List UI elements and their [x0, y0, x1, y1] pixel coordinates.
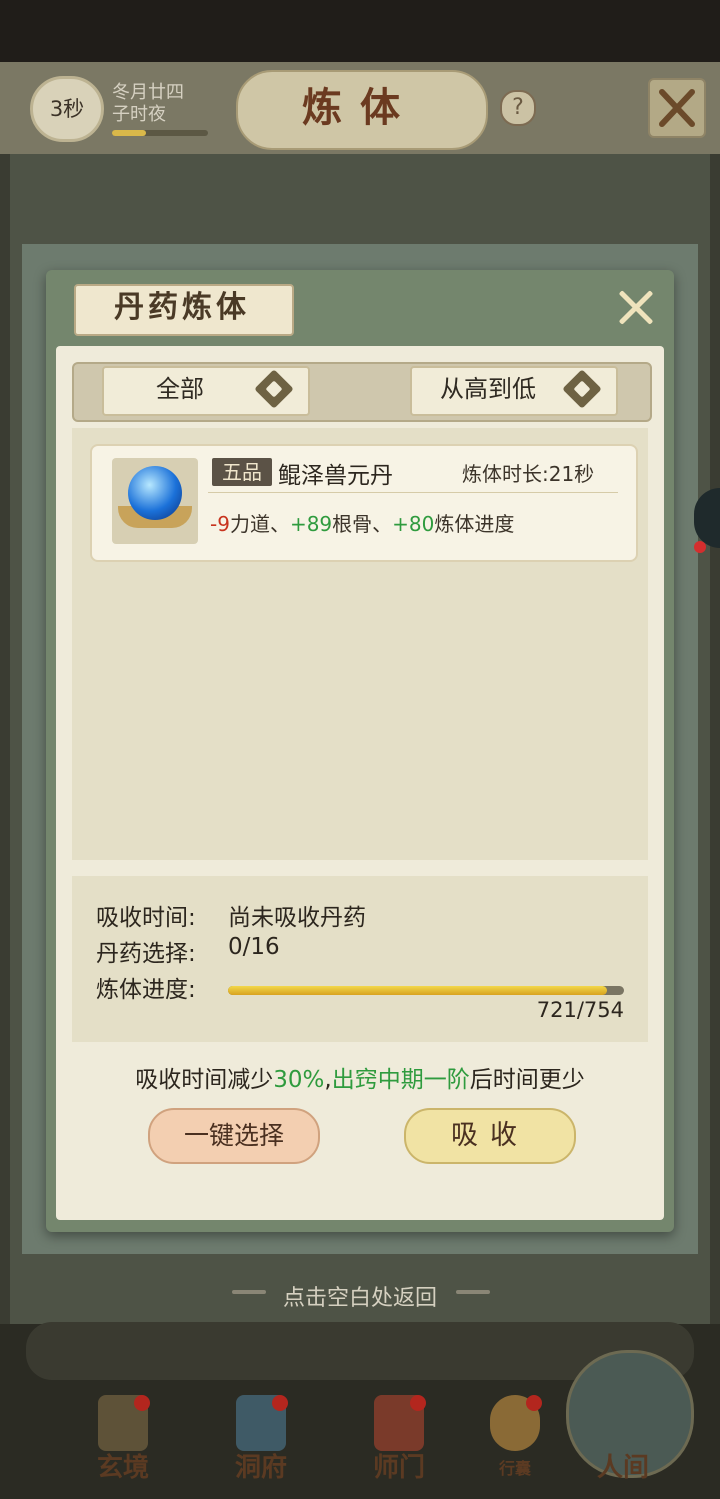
close-page-button[interactable] — [648, 78, 706, 138]
absorb-note: 吸收时间减少30%,出窍中期一阶后时间更少 — [56, 1060, 664, 1094]
note-text: 吸收时间减少 — [135, 1067, 274, 1093]
note-text: 后时间更少 — [469, 1067, 585, 1093]
auto-select-button[interactable]: 一键选择 — [148, 1108, 320, 1164]
pill-effects: -9力道、+89根骨、+80炼体进度 — [210, 508, 514, 537]
nav-item-xingnang[interactable]: 行囊 — [470, 1395, 560, 1485]
status-bar — [0, 0, 720, 62]
dialog-close-button[interactable] — [612, 284, 660, 330]
pill-orb-icon — [128, 466, 182, 520]
effect-value: +89 — [289, 512, 333, 536]
page-title: 炼体 — [302, 84, 418, 131]
nav-label: 人间 — [596, 1453, 649, 1483]
time-label: 子时夜 — [112, 104, 166, 125]
nav-item-renjian[interactable]: 人间 — [578, 1395, 668, 1485]
notification-dot — [694, 541, 706, 553]
pill-name: 鲲泽兽元丹 — [278, 463, 393, 489]
note-text: , — [324, 1067, 332, 1093]
nav-item-dongfu[interactable]: 洞府 — [216, 1395, 306, 1485]
progress-label: 炼体进度: — [96, 977, 196, 1003]
hint-ornament — [456, 1290, 490, 1294]
effect-label: 力道、 — [229, 512, 290, 536]
nav-label: 行囊 — [498, 1459, 531, 1478]
notification-dot — [410, 1395, 426, 1411]
absorb-button[interactable]: 吸收 — [404, 1108, 576, 1164]
dialog-title: 丹药炼体 — [114, 290, 250, 325]
help-button[interactable]: ? — [500, 90, 536, 126]
effect-label: 炼体进度 — [434, 512, 515, 536]
notification-dot — [526, 1395, 542, 1411]
pill-select-label: 丹药选择: — [96, 941, 196, 967]
tap-to-return-hint[interactable]: 点击空白处返回 — [0, 1280, 720, 1312]
nav-label: 洞府 — [234, 1453, 287, 1483]
divider — [208, 492, 618, 493]
notification-dot — [134, 1395, 150, 1411]
note-percent: 30% — [273, 1067, 325, 1093]
category-dropdown-label: 全部 — [156, 375, 204, 403]
nav-label: 师门 — [372, 1453, 425, 1483]
note-stage: 出窍中期一阶 — [331, 1067, 470, 1093]
absorb-time-label: 吸收时间: — [96, 905, 196, 931]
effect-label: 根骨、 — [332, 512, 393, 536]
sort-dropdown-label: 从高到低 — [440, 375, 536, 403]
effect-value: -9 — [210, 512, 230, 536]
nav-item-xuanjing[interactable]: 玄境 — [78, 1395, 168, 1485]
nav-label: 玄境 — [96, 1453, 149, 1483]
progress-fill — [228, 986, 607, 995]
pill-select-value: 0/16 — [228, 934, 280, 960]
day-progress-fill — [112, 130, 146, 136]
absorb-time-value: 尚未吸收丹药 — [228, 905, 366, 931]
pill-duration: 炼体时长:21秒 — [462, 462, 595, 486]
nav-item-shimen[interactable]: 师门 — [354, 1395, 444, 1485]
close-icon — [659, 89, 695, 127]
notification-dot — [272, 1395, 288, 1411]
grade-badge: 五品 — [212, 458, 272, 486]
timer-badge: 3秒 — [30, 76, 104, 142]
effect-value: +80 — [392, 512, 435, 536]
progress-value: 721/754 — [536, 998, 624, 1022]
